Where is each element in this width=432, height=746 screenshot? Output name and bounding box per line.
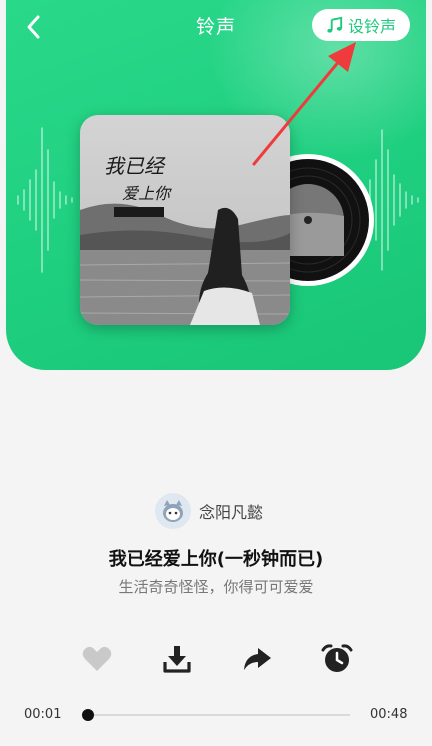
total-time: 00:48	[370, 707, 408, 722]
progress-track[interactable]	[82, 709, 350, 721]
artist-avatar	[155, 493, 191, 529]
like-button[interactable]	[80, 642, 114, 676]
sound-wave-left	[17, 127, 73, 273]
set-ringtone-label: 设铃声	[347, 17, 396, 36]
cover-title-line2: 爱上你	[122, 184, 172, 203]
music-note-icon	[327, 16, 343, 33]
artist-row[interactable]: 念阳凡懿	[155, 493, 263, 529]
download-button[interactable]	[160, 642, 194, 676]
heart-icon	[82, 646, 112, 671]
share-button[interactable]	[240, 642, 274, 676]
pointer-arrow	[252, 42, 356, 166]
share-icon	[244, 648, 271, 670]
song-title: 我已经爱上你(一秒钟而已)	[108, 549, 324, 570]
alarm-clock-icon	[321, 644, 353, 672]
progress-knob[interactable]	[82, 709, 94, 721]
download-icon	[163, 646, 191, 673]
alarm-button[interactable]	[320, 642, 354, 676]
song-subtitle: 生活奇奇怪怪，你得可可爱爱	[118, 578, 314, 596]
artist-name: 念阳凡懿	[199, 503, 264, 522]
current-time: 00:01	[24, 707, 62, 722]
cover-title-line1: 我已经	[104, 154, 166, 178]
